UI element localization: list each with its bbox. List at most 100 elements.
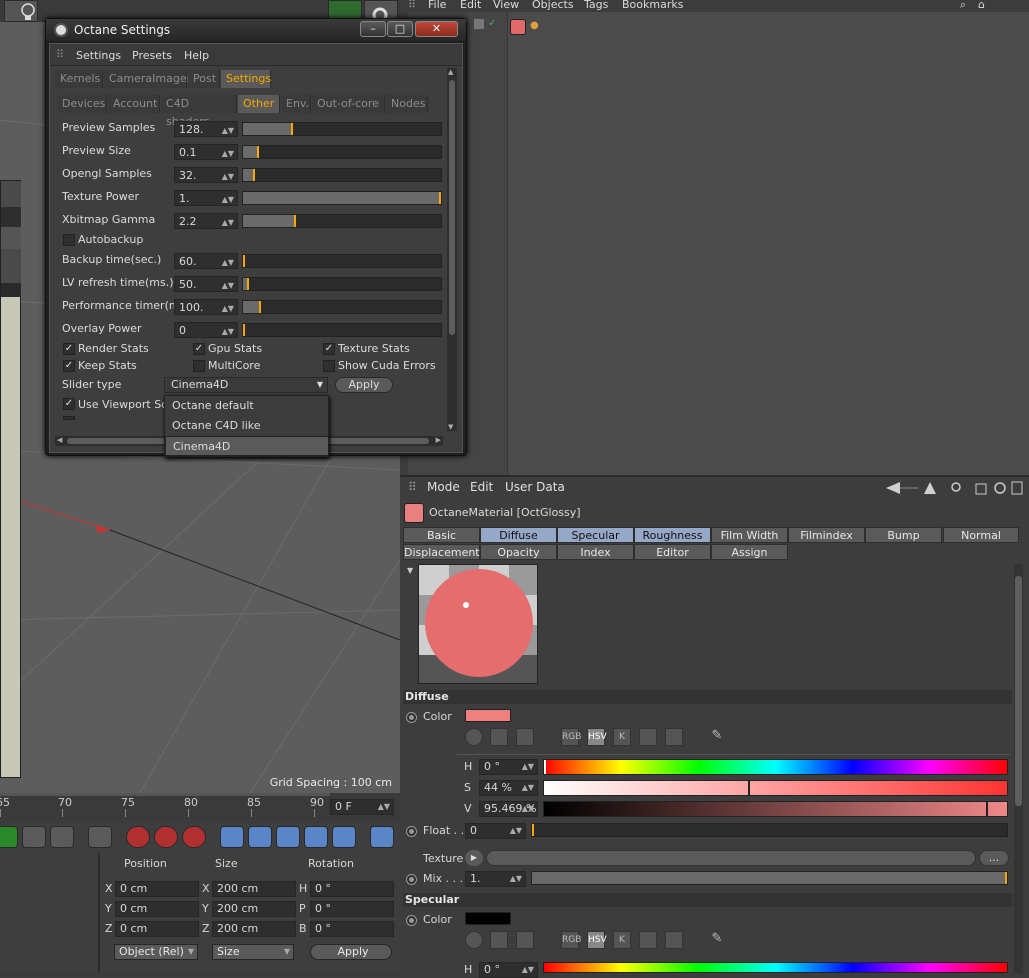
slider-handle[interactable] bbox=[439, 192, 441, 204]
dialog-apply-button[interactable]: Apply bbox=[335, 377, 393, 393]
saturation-slider[interactable] bbox=[543, 780, 1008, 796]
menu-edit[interactable]: Edit bbox=[460, 0, 481, 11]
eyedropper-icon[interactable]: ✎ bbox=[708, 728, 726, 746]
dialog-menu-settings[interactable]: Settings bbox=[76, 49, 121, 62]
mix-slider[interactable] bbox=[531, 871, 1008, 885]
slider-field-preview-samples[interactable]: 128. ▲▼ bbox=[174, 121, 238, 137]
menu-bookmarks[interactable]: Bookmarks bbox=[622, 0, 683, 11]
slider-field-xbitmap-gamma[interactable]: 2.2 ▲▼ bbox=[174, 213, 238, 229]
slider-field-overlay-power[interactable]: 0 ▲▼ bbox=[174, 322, 238, 338]
timeline[interactable]: 65 70 75 80 85 90 0 F▲▼ bbox=[0, 793, 400, 823]
spec-hue-field[interactable]: 0 ° ▲▼ bbox=[479, 962, 538, 978]
am-tab-film-width[interactable]: Film Width bbox=[711, 527, 788, 543]
subtab-out-of-core[interactable]: Out-of-core bbox=[312, 95, 385, 113]
float-field[interactable]: 0 ▲▼ bbox=[465, 823, 526, 839]
spinner-icon[interactable]: ▲▼ bbox=[222, 215, 234, 230]
menu-file[interactable]: File bbox=[428, 0, 446, 11]
position-y-field[interactable]: 0 cm bbox=[115, 901, 199, 917]
spec-hue-slider[interactable] bbox=[543, 962, 1008, 973]
slider-handle[interactable] bbox=[243, 324, 245, 336]
dialog-vscroll[interactable]: ▲ ▼ bbox=[447, 68, 457, 431]
tab-settings[interactable]: Settings bbox=[221, 70, 271, 88]
play-button[interactable] bbox=[0, 826, 18, 848]
dialog-menu-presets[interactable]: Presets bbox=[132, 49, 172, 62]
param-button[interactable] bbox=[304, 826, 328, 848]
slider-type-select[interactable]: Cinema4D ▼ bbox=[164, 377, 328, 393]
lightbulb-icon[interactable] bbox=[4, 0, 38, 22]
dropdown-option-cinema4d[interactable]: Cinema4D bbox=[165, 436, 329, 456]
dialog-titlebar[interactable]: Octane Settings – □ ✕ bbox=[46, 19, 466, 41]
size-mode-select[interactable]: Size ▼ bbox=[212, 944, 294, 960]
slider-field-backup-time-sec[interactable]: 60. ▲▼ bbox=[174, 253, 238, 269]
subtab-env[interactable]: Env. bbox=[281, 95, 311, 113]
diffuse-color-swatch[interactable] bbox=[465, 709, 511, 722]
rotate-tool-button[interactable] bbox=[276, 826, 300, 848]
tab-kernels[interactable]: Kernels bbox=[55, 70, 103, 88]
slider-field-lv-refresh-time-ms[interactable]: 50. ▲▼ bbox=[174, 276, 238, 292]
spinner-icon[interactable]: ▲▼ bbox=[222, 255, 234, 270]
rgb-button[interactable]: RGB bbox=[561, 728, 581, 746]
am-menu-user-data[interactable]: User Data bbox=[505, 480, 565, 494]
slider-handle[interactable] bbox=[259, 301, 261, 313]
checkbox-keep-stats[interactable]: ✓ bbox=[63, 360, 75, 372]
am-tab-specular[interactable]: Specular bbox=[557, 527, 634, 543]
texture-play-icon[interactable]: ▶ bbox=[465, 850, 483, 866]
film-button[interactable] bbox=[370, 826, 394, 848]
kelvin-button[interactable]: K bbox=[613, 728, 631, 746]
home-icon[interactable]: ⌂ bbox=[978, 0, 985, 11]
hue-slider[interactable] bbox=[543, 759, 1008, 775]
slider-handle[interactable] bbox=[243, 255, 245, 267]
am-tab-displacement[interactable]: Displacement bbox=[403, 544, 480, 560]
am-tab-basic[interactable]: Basic bbox=[403, 527, 480, 543]
slider-track-xbitmap-gamma[interactable] bbox=[242, 214, 442, 228]
dropdown-option-octane-default[interactable]: Octane default bbox=[165, 396, 329, 416]
swatches-icon[interactable] bbox=[665, 728, 683, 746]
partial-checkbox[interactable] bbox=[63, 416, 75, 420]
spinner-icon[interactable]: ▲▼ bbox=[222, 192, 234, 207]
mode-select[interactable]: Object (Rel) ▼ bbox=[114, 944, 198, 960]
autobackup-checkbox[interactable] bbox=[63, 234, 75, 246]
subtab-other[interactable]: Other bbox=[238, 95, 280, 113]
image-picker-icon[interactable] bbox=[516, 728, 534, 746]
spinner-icon[interactable]: ▲▼ bbox=[222, 123, 234, 138]
slider-track-opengl-samples[interactable] bbox=[242, 168, 442, 182]
am-tab-roughness[interactable]: Roughness bbox=[634, 527, 711, 543]
layer-icon[interactable] bbox=[474, 19, 484, 29]
am-scrollbar[interactable] bbox=[1014, 564, 1023, 973]
color-wheel-icon[interactable] bbox=[465, 931, 483, 949]
eyedropper-icon[interactable]: ✎ bbox=[708, 931, 726, 949]
rgb-button[interactable]: RGB bbox=[561, 931, 581, 949]
scale-tool-button[interactable] bbox=[248, 826, 272, 848]
float-slider[interactable] bbox=[531, 823, 1008, 837]
am-tab-bump[interactable]: Bump bbox=[865, 527, 942, 543]
subtab-c4d-shaders[interactable]: C4D shaders bbox=[161, 95, 237, 128]
dialog-menu-help[interactable]: Help bbox=[184, 49, 209, 62]
am-tab-filmindex[interactable]: Filmindex bbox=[788, 527, 865, 543]
octane-tag-icon[interactable]: ● bbox=[530, 20, 539, 31]
slider-type-dropdown[interactable]: Octane default Octane C4D like Cinema4D bbox=[164, 395, 329, 457]
mixer-icon[interactable] bbox=[639, 728, 657, 746]
rotation-p-field[interactable]: 0 ° bbox=[310, 901, 394, 917]
mix-field[interactable]: 1. ▲▼ bbox=[465, 871, 526, 887]
menu-tags[interactable]: Tags bbox=[584, 0, 608, 11]
am-tab-index[interactable]: Index bbox=[557, 544, 634, 560]
subtab-account[interactable]: Account bbox=[108, 95, 160, 113]
grid-dots-button[interactable] bbox=[332, 826, 356, 848]
am-tab-editor[interactable]: Editor bbox=[634, 544, 711, 560]
menu-objects[interactable]: Objects bbox=[532, 0, 574, 11]
minimize-icon[interactable]: – bbox=[360, 21, 386, 37]
specular-color-swatch[interactable] bbox=[465, 912, 511, 925]
check-icon[interactable]: ✓ bbox=[488, 18, 496, 29]
frame-field[interactable]: 0 F ▲▼ bbox=[330, 799, 394, 815]
am-tab-normal[interactable]: Normal bbox=[943, 527, 1019, 543]
checkbox-multicore[interactable] bbox=[193, 360, 205, 372]
collapse-icon[interactable]: ▼ bbox=[407, 566, 413, 575]
swatches-icon[interactable] bbox=[665, 931, 683, 949]
am-menu-edit[interactable]: Edit bbox=[470, 480, 493, 494]
spinner-icon[interactable]: ▲▼ bbox=[222, 301, 234, 316]
position-z-field[interactable]: 0 cm bbox=[115, 921, 199, 937]
image-picker-icon[interactable] bbox=[516, 931, 534, 949]
slider-field-preview-size[interactable]: 0.1 ▲▼ bbox=[174, 144, 238, 160]
spinner-icon[interactable]: ▲▼ bbox=[222, 169, 234, 184]
record-button[interactable] bbox=[126, 826, 150, 848]
